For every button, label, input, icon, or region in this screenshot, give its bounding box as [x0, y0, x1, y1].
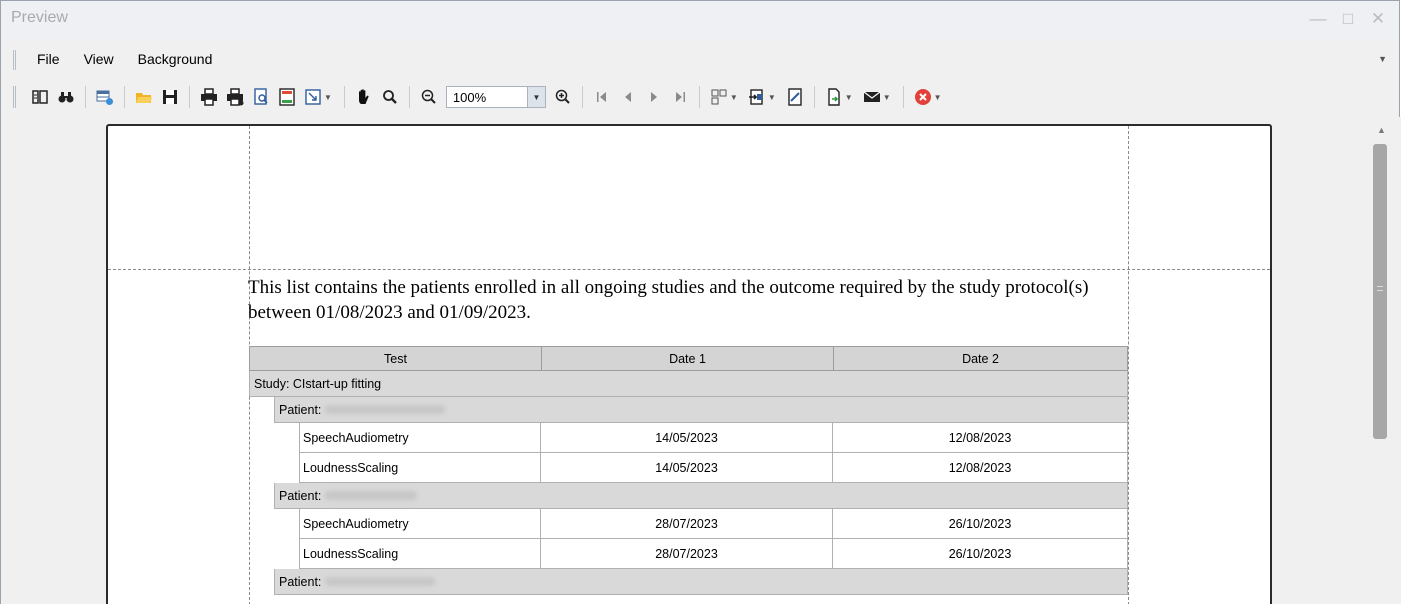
scrollbar-thumb[interactable]	[1373, 144, 1387, 439]
test-cell: SpeechAudiometry	[300, 509, 541, 538]
page-setup-icon[interactable]	[250, 85, 272, 109]
date1-cell: 28/07/2023	[541, 539, 833, 568]
zoom-dropdown-icon[interactable]: ▼	[526, 87, 545, 107]
scroll-up-icon[interactable]: ▲	[1377, 125, 1386, 135]
document-map-icon[interactable]	[29, 85, 51, 109]
parameters-icon[interactable]	[94, 85, 116, 109]
table-row: LoudnessScaling 14/05/2023 12/08/2023	[299, 453, 1128, 483]
table-row: LoudnessScaling 28/07/2023 26/10/2023	[299, 539, 1128, 569]
toolbar: ▼ 100% ▼ ▼ ▼ ▼ ▼ ▼	[1, 79, 1399, 115]
menu-bar: File View Background ▼	[1, 43, 1399, 77]
redacted-patient-name	[325, 491, 418, 500]
quick-print-icon[interactable]	[224, 85, 246, 109]
page-color-icon[interactable]	[746, 85, 768, 109]
report-table: Test Date 1 Date 2 Study: CIstart-up fit…	[249, 346, 1128, 595]
redacted-patient-name	[325, 577, 436, 586]
preview-window: Preview — □ ✕ File View Background ▼ ▼ 1…	[0, 0, 1401, 604]
toolbar-grip[interactable]	[13, 86, 16, 108]
email-dropdown-icon[interactable]: ▼	[883, 93, 891, 102]
table-row: SpeechAudiometry 14/05/2023 12/08/2023	[299, 423, 1128, 453]
report-intro-text: This list contains the patients enrolled…	[248, 277, 1089, 323]
magnifier-icon[interactable]	[379, 85, 401, 109]
print-icon[interactable]	[198, 85, 220, 109]
table-header: Test Date 1 Date 2	[249, 346, 1128, 371]
date2-cell: 12/08/2023	[948, 430, 1012, 445]
watermark-icon[interactable]	[784, 85, 806, 109]
close-preview-icon[interactable]	[912, 85, 934, 109]
zoom-select[interactable]: 100% ▼	[445, 86, 546, 108]
scale-icon[interactable]	[302, 85, 324, 109]
next-page-icon[interactable]	[643, 85, 665, 109]
date2-cell: 26/10/2023	[948, 516, 1012, 531]
menu-overflow-icon[interactable]: ▼	[1378, 54, 1387, 64]
maximize-button[interactable]: □	[1339, 9, 1357, 29]
email-icon[interactable]	[861, 85, 883, 109]
page-color-dropdown-icon[interactable]: ▼	[768, 93, 776, 102]
hand-tool-icon[interactable]	[353, 85, 375, 109]
scale-dropdown-icon[interactable]: ▼	[324, 93, 332, 102]
zoom-in-icon[interactable]	[552, 85, 574, 109]
date2-cell: 26/10/2023	[948, 546, 1012, 561]
menu-background[interactable]: Background	[138, 51, 213, 67]
column-header-date2: Date 2	[962, 351, 999, 366]
menu-file[interactable]: File	[37, 51, 60, 67]
redacted-patient-name	[325, 405, 446, 414]
column-header-date1: Date 1	[542, 347, 834, 370]
menu-grip[interactable]	[13, 50, 16, 70]
test-cell: SpeechAudiometry	[300, 423, 541, 452]
close-preview-dropdown-icon[interactable]: ▼	[934, 93, 942, 102]
date1-cell: 14/05/2023	[541, 423, 833, 452]
title-bar: Preview — □ ✕	[1, 1, 1399, 41]
previous-page-icon[interactable]	[617, 85, 639, 109]
table-row: SpeechAudiometry 28/07/2023 26/10/2023	[299, 509, 1128, 539]
top-margin-guide	[108, 269, 1270, 270]
date1-cell: 28/07/2023	[541, 509, 833, 538]
open-folder-icon[interactable]	[133, 85, 155, 109]
report-page: This list contains the patients enrolled…	[106, 124, 1272, 604]
date1-cell: 14/05/2023	[541, 453, 833, 482]
test-cell: LoudnessScaling	[300, 539, 541, 568]
column-header-test: Test	[250, 347, 542, 370]
study-label: Study: CIstart-up fitting	[254, 376, 382, 391]
header-footer-icon[interactable]	[276, 85, 298, 109]
multiple-pages-icon[interactable]	[708, 85, 730, 109]
close-button[interactable]: ✕	[1369, 9, 1387, 29]
vertical-scrollbar[interactable]: ▲	[1365, 117, 1401, 604]
patient-group-row: Patient:	[274, 397, 1128, 423]
export-icon[interactable]	[823, 85, 845, 109]
multiple-pages-dropdown-icon[interactable]: ▼	[730, 93, 738, 102]
patient-group-row: Patient:	[274, 569, 1128, 595]
preview-viewport[interactable]: This list contains the patients enrolled…	[9, 117, 1365, 604]
last-page-icon[interactable]	[669, 85, 691, 109]
first-page-icon[interactable]	[591, 85, 613, 109]
export-dropdown-icon[interactable]: ▼	[845, 93, 853, 102]
study-group-row: Study: CIstart-up fitting	[249, 371, 1128, 397]
menu-view[interactable]: View	[84, 51, 114, 67]
right-margin-guide	[1128, 126, 1129, 604]
patient-label: Patient:	[279, 574, 322, 589]
window-title: Preview	[11, 9, 68, 26]
patient-label: Patient:	[279, 402, 322, 417]
patient-group-row: Patient:	[274, 483, 1128, 509]
zoom-out-icon[interactable]	[418, 85, 440, 109]
patient-label: Patient:	[279, 488, 322, 503]
date2-cell: 12/08/2023	[948, 460, 1012, 475]
save-icon[interactable]	[159, 85, 181, 109]
minimize-button[interactable]: —	[1309, 9, 1327, 29]
search-binoculars-icon[interactable]	[55, 85, 77, 109]
zoom-value[interactable]: 100%	[447, 90, 527, 105]
test-cell: LoudnessScaling	[300, 453, 541, 482]
